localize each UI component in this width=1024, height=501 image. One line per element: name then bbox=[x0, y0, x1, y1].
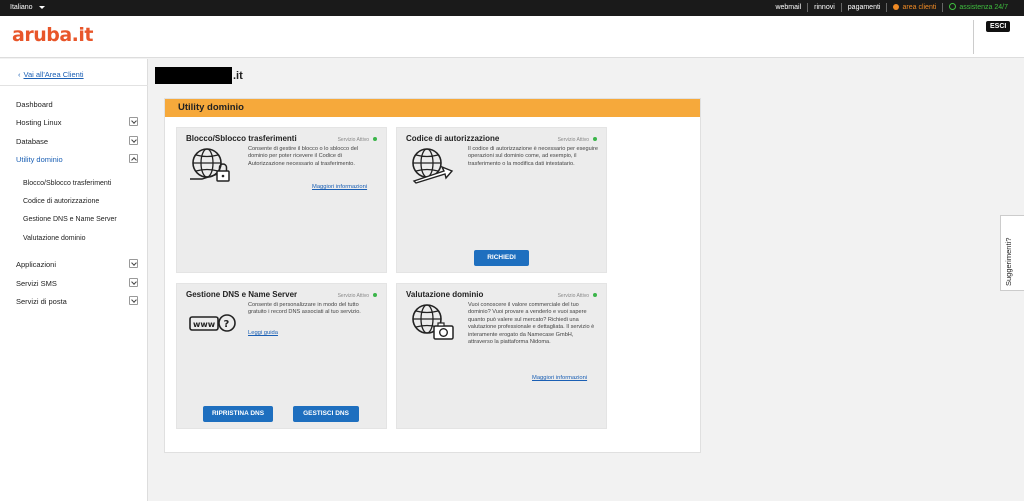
sidebar-item-database[interactable]: Database bbox=[16, 136, 138, 146]
more-info-link[interactable]: Maggiori informazioni bbox=[532, 375, 587, 381]
status-dot-icon bbox=[373, 137, 377, 141]
chevron-down-icon bbox=[38, 5, 45, 9]
header: aruba.it ESCI bbox=[0, 16, 1024, 58]
expand-icon[interactable] bbox=[129, 259, 138, 268]
status-badge: Servizio Attivo bbox=[558, 137, 597, 143]
top-bar: Italiano webmail rinnovi pagamenti area … bbox=[0, 0, 1024, 16]
user-icon bbox=[893, 4, 900, 10]
card-gestione-dns: Gestione DNS e Name Server Servizio Atti… bbox=[176, 283, 387, 429]
sidebar-item-label: Applicazioni bbox=[16, 260, 57, 269]
divider bbox=[0, 85, 148, 86]
status-dot-icon bbox=[373, 293, 377, 297]
more-info-link[interactable]: Maggiori informazioni bbox=[312, 184, 367, 190]
sidebar-subitem-valutazione[interactable]: Valutazione dominio bbox=[23, 235, 86, 242]
sidebar-item-applicazioni[interactable]: Applicazioni bbox=[16, 259, 138, 269]
status-label: Servizio Attivo bbox=[557, 293, 589, 299]
sidebar-item-hosting-linux[interactable]: Hosting Linux bbox=[16, 117, 138, 127]
feedback-tab[interactable]: Suggerimenti? bbox=[1000, 215, 1024, 291]
sidebar-item-utility-dominio[interactable]: Utility dominio bbox=[16, 154, 138, 164]
panel-header: Utility dominio bbox=[165, 99, 700, 117]
feedback-label: Suggerimenti? bbox=[1004, 237, 1013, 286]
gestisci-dns-button[interactable]: GESTISCI DNS bbox=[293, 406, 359, 422]
collapse-icon[interactable] bbox=[129, 154, 138, 163]
www-question-icon: www ? bbox=[189, 314, 236, 332]
header-divider bbox=[973, 20, 974, 54]
redacted-domain-name bbox=[155, 67, 232, 84]
expand-icon[interactable] bbox=[129, 296, 138, 305]
back-link-label: Vai all'Area Clienti bbox=[23, 70, 84, 79]
globe-lock-icon bbox=[190, 148, 230, 182]
status-dot-icon bbox=[593, 137, 597, 141]
card-description: Vuoi conoscere il valore commerciale del… bbox=[468, 302, 595, 346]
assistenza-link[interactable]: assistenza 24/7 bbox=[942, 3, 1014, 12]
sidebar-item-label: Utility dominio bbox=[16, 155, 63, 164]
sidebar-item-servizi-sms[interactable]: Servizi SMS bbox=[16, 278, 138, 288]
card-blocco-sblocco: Blocco/Sblocco trasferimenti Servizio At… bbox=[176, 127, 387, 273]
sidebar-item-label: Servizi di posta bbox=[16, 297, 67, 306]
svg-text:?: ? bbox=[224, 319, 230, 330]
status-label: Servizio Attivo bbox=[337, 137, 369, 143]
pagamenti-link[interactable]: pagamenti bbox=[840, 3, 887, 12]
webmail-link[interactable]: webmail bbox=[769, 3, 807, 12]
sidebar-item-servizi-posta[interactable]: Servizi di posta bbox=[16, 296, 138, 306]
utility-panel: Utility dominio Blocco/Sblocco trasferim… bbox=[164, 98, 701, 453]
globe-transfer-icon bbox=[412, 148, 454, 184]
card-title: Codice di autorizzazione bbox=[406, 134, 500, 143]
card-description: Il codice di autorizzazione è necessario… bbox=[468, 146, 598, 167]
status-label: Servizio Attivo bbox=[557, 137, 589, 143]
top-links: webmail rinnovi pagamenti area clienti a… bbox=[769, 3, 1014, 12]
status-badge: Servizio Attivo bbox=[558, 293, 597, 299]
panel-title: Utility dominio bbox=[178, 102, 244, 113]
domain-suffix: .it bbox=[233, 69, 243, 82]
card-description: Consente di personalizzare in modo del t… bbox=[248, 302, 361, 316]
chevron-left-icon: ‹ bbox=[18, 70, 21, 79]
expand-icon[interactable] bbox=[129, 136, 138, 145]
card-title: Blocco/Sblocco trasferimenti bbox=[186, 134, 297, 143]
sidebar-item-label: Servizi SMS bbox=[16, 279, 57, 288]
language-label: Italiano bbox=[10, 4, 33, 11]
sidebar-item-label: Hosting Linux bbox=[16, 118, 62, 127]
card-title: Gestione DNS e Name Server bbox=[186, 290, 298, 299]
sidebar-item-dashboard[interactable]: Dashboard bbox=[16, 100, 138, 109]
status-badge: Servizio Attivo bbox=[338, 293, 377, 299]
status-badge: Servizio Attivo bbox=[338, 137, 377, 143]
sidebar-subitem-blocco[interactable]: Blocco/Sblocco trasferimenti bbox=[23, 180, 111, 187]
headset-icon bbox=[949, 3, 957, 10]
rinnovi-link[interactable]: rinnovi bbox=[807, 3, 841, 12]
expand-icon[interactable] bbox=[129, 278, 138, 287]
domain-title: .it bbox=[155, 67, 243, 84]
card-description: Consente di gestire il blocco o lo sbloc… bbox=[248, 146, 359, 167]
ripristina-dns-button[interactable]: RIPRISTINA DNS bbox=[203, 406, 273, 422]
expand-icon[interactable] bbox=[129, 117, 138, 126]
card-codice-autorizzazione: Codice di autorizzazione Servizio Attivo… bbox=[396, 127, 607, 273]
card-valutazione-dominio: Valutazione dominio Servizio Attivo Vuoi… bbox=[396, 283, 607, 429]
sidebar: ‹ Vai all'Area Clienti Dashboard Hosting … bbox=[0, 59, 148, 501]
assistenza-label: assistenza 24/7 bbox=[959, 4, 1008, 11]
area-clienti-link[interactable]: area clienti bbox=[886, 3, 942, 12]
card-title: Valutazione dominio bbox=[406, 290, 484, 299]
sidebar-item-label: Dashboard bbox=[16, 100, 53, 109]
sidebar-subitem-dns[interactable]: Gestione DNS e Name Server bbox=[23, 216, 117, 223]
svg-text:www: www bbox=[193, 320, 216, 329]
read-guide-link[interactable]: Leggi guida bbox=[248, 330, 278, 336]
globe-camera-icon bbox=[412, 304, 454, 340]
back-to-client-area-link[interactable]: ‹ Vai all'Area Clienti bbox=[18, 70, 84, 79]
language-selector[interactable]: Italiano bbox=[10, 4, 45, 11]
sidebar-subitem-codice[interactable]: Codice di autorizzazione bbox=[23, 198, 99, 205]
status-dot-icon bbox=[593, 293, 597, 297]
aruba-logo[interactable]: aruba.it bbox=[12, 24, 93, 46]
logout-button[interactable]: ESCI bbox=[986, 21, 1011, 32]
status-label: Servizio Attivo bbox=[337, 293, 369, 299]
sidebar-item-label: Database bbox=[16, 137, 49, 146]
area-clienti-label: area clienti bbox=[902, 4, 937, 11]
richiedi-button[interactable]: RICHIEDI bbox=[474, 250, 529, 266]
